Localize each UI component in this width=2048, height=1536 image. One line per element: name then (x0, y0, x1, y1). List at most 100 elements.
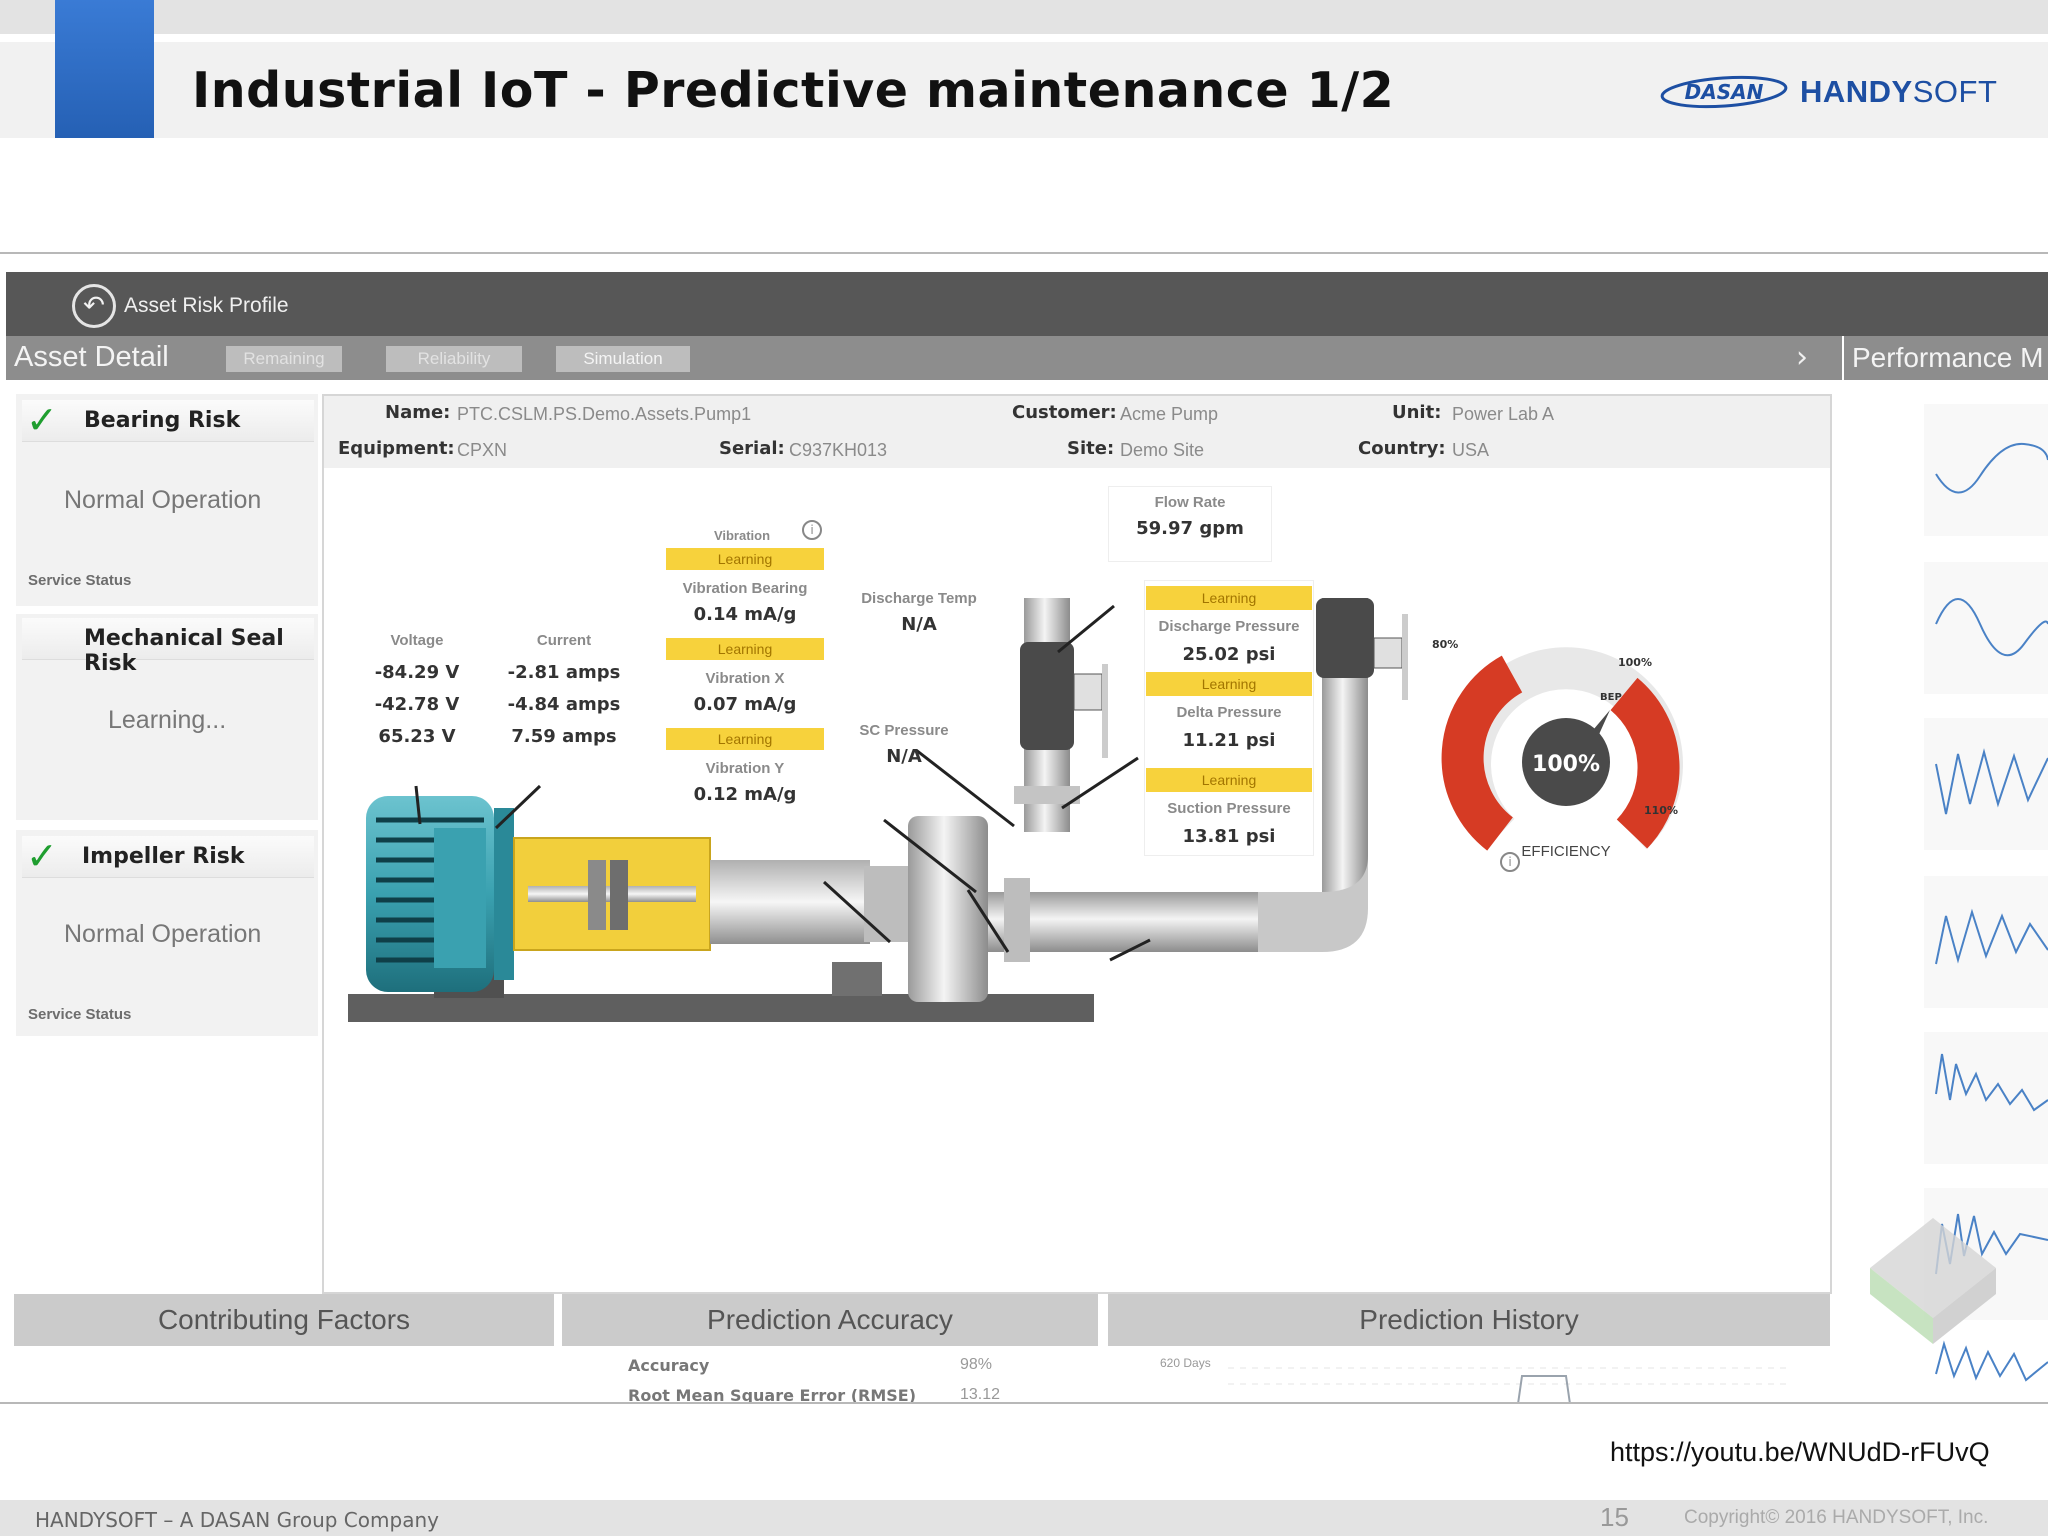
copyright: Copyright© 2016 HANDYSOFT, Inc. (1684, 1507, 1989, 1528)
current-value-3: 7.59 amps (511, 726, 617, 747)
service-status-label: Service Status (28, 572, 132, 589)
vibration-x-value: 0.07 mA/g (693, 694, 797, 715)
vibration-y-label: Vibration Y (705, 760, 785, 777)
blue-accent-tab (55, 0, 154, 138)
learning-tag: Learning (666, 548, 824, 570)
vibration-title: Vibration (713, 528, 771, 543)
learning-tag: Learning (666, 638, 824, 660)
contributing-factors-tile[interactable]: Contributing Factors (14, 1294, 554, 1402)
name-value: PTC.CSLM.PS.Demo.Assets.Pump1 (457, 404, 752, 424)
info-icon[interactable]: i (802, 520, 822, 540)
prediction-history-tile[interactable]: Prediction History 620 Days (1108, 1294, 1830, 1402)
prediction-history-title: Prediction History (1108, 1294, 1830, 1346)
flow-rate-value: 59.97 gpm (1136, 518, 1244, 539)
sparkline-7 (1935, 1340, 2048, 1382)
page-number: 15 (1600, 1502, 1629, 1532)
performance-title: Performance M (1852, 342, 2044, 373)
tab-simulation[interactable]: Simulation (556, 346, 690, 372)
country-value: USA (1452, 440, 1490, 460)
learning-tag: Learning (1146, 768, 1312, 792)
learning-tag: Learning (666, 728, 824, 750)
voltage-value-2: -42.78 V (374, 694, 460, 715)
learning-tag: Learning (1146, 672, 1312, 696)
video-link[interactable]: https://youtu.be/WNUdD-rFUvQ (1610, 1437, 1990, 1468)
vibration-bearing-value: 0.14 mA/g (693, 604, 797, 625)
discharge-temp-value: N/A (901, 614, 937, 635)
handysoft-logo-text: HANDYSOFT (1800, 74, 1998, 109)
suction-pressure-label: Suction Pressure (1167, 800, 1291, 817)
serial-key: Serial: (719, 438, 785, 459)
app-header-title: Asset Risk Profile (124, 294, 289, 317)
unit-value: Power Lab A (1452, 404, 1555, 424)
tab-reliability[interactable]: Reliability (386, 346, 522, 372)
mechanical-seal-risk-header[interactable]: Mechanical Seal Risk (22, 618, 314, 676)
bearing-risk-label: Bearing Risk (84, 408, 241, 433)
site-key: Site: (1067, 438, 1115, 459)
gauge-mark-80: 80% (1432, 638, 1458, 651)
chevron-right-icon[interactable]: › (1796, 340, 1808, 375)
company-logo: DASAN HANDYSOFT (1660, 70, 1997, 114)
current-value-2: -4.84 amps (507, 694, 621, 715)
equipment-key: Equipment: (338, 438, 455, 459)
history-chart (1228, 1367, 1788, 1402)
vibration-bearing-label: Vibration Bearing (682, 580, 808, 597)
mechanical-seal-risk-status: Learning... (108, 706, 227, 734)
discharge-pressure-label: Discharge Pressure (1158, 618, 1300, 635)
current-label: Current (536, 632, 592, 649)
vibration-x-label: Vibration X (705, 670, 785, 687)
name-key: Name: (385, 402, 451, 423)
contributing-factors-title: Contributing Factors (14, 1294, 554, 1346)
bearing-risk-header[interactable]: ✓ Bearing Risk (22, 398, 314, 442)
gauge-mark-bep: BEP (1600, 692, 1622, 703)
vibration-y-value: 0.12 mA/g (693, 784, 797, 805)
prediction-accuracy-title: Prediction Accuracy (562, 1294, 1098, 1346)
checkmark-icon: ✓ (26, 398, 58, 442)
accuracy-value: 98% (960, 1356, 993, 1373)
checkmark-icon: ✓ (26, 834, 58, 878)
sc-pressure-label: SC Pressure (859, 722, 949, 739)
info-icon[interactable]: i (1500, 852, 1520, 872)
slide-title: Industrial IoT - Predictive maintenance … (192, 62, 1395, 119)
serial-value: C937KH013 (789, 440, 888, 460)
site-value: Demo Site (1120, 440, 1205, 460)
delta-pressure-value: 11.21 psi (1182, 730, 1276, 751)
flow-rate-label: Flow Rate (1154, 494, 1226, 511)
discharge-valve (1020, 642, 1074, 750)
pump-casing (908, 816, 988, 1002)
discharge-pressure-value: 25.02 psi (1182, 644, 1276, 665)
prediction-accuracy-tile[interactable]: Prediction Accuracy Accuracy 98% Root Me… (562, 1294, 1098, 1404)
service-status-label: Service Status (28, 1006, 132, 1023)
gauge-value-text: 100% (1532, 752, 1600, 777)
gauge-mark-110: 110% (1644, 804, 1678, 817)
gauge-label: EFFICIENCY (1521, 843, 1610, 860)
slide: Industrial IoT - Predictive maintenance … (0, 0, 2048, 1536)
app-header (6, 272, 2048, 336)
sc-pressure-value: N/A (886, 746, 922, 767)
impeller-risk-header[interactable]: ✓ Impeller Risk (22, 834, 314, 878)
discharge-temp-label: Discharge Temp (861, 590, 977, 607)
suction-valve (1316, 598, 1374, 678)
back-arrow-icon[interactable]: ↶ (72, 284, 116, 328)
accuracy-key: Accuracy (628, 1356, 710, 1375)
mechanical-seal-risk-label: Mechanical Seal Risk (84, 626, 284, 676)
customer-value: Acme Pump (1120, 404, 1219, 424)
suction-pressure-value: 13.81 psi (1182, 826, 1276, 847)
voltage-label: Voltage (390, 632, 444, 649)
footer-company: HANDYSOFT – A DASAN Group Company (35, 1508, 439, 1532)
asset-detail-title: Asset Detail (14, 341, 169, 373)
app-screenshot: ↶ Asset Risk Profile Asset Detail Remain… (0, 252, 2048, 1404)
impeller-risk-status: Normal Operation (64, 920, 262, 948)
history-axis-label: 620 Days (1160, 1356, 1211, 1370)
pump-illustration (348, 598, 1408, 1022)
voltage-value-3: 65.23 V (378, 726, 456, 747)
current-value-1: -2.81 amps (507, 662, 621, 683)
player-watermark-icon (1870, 1218, 1996, 1344)
learning-tag: Learning (1146, 586, 1312, 610)
tab-remaining[interactable]: Remaining (226, 346, 342, 372)
top-strip (0, 0, 2048, 34)
unit-key: Unit: (1392, 402, 1442, 423)
rmse-key: Root Mean Square Error (RMSE) (628, 1386, 917, 1404)
dasan-logo-text: DASAN (1685, 80, 1764, 104)
gauge-mark-100: 100% (1618, 656, 1652, 669)
customer-key: Customer: (1012, 402, 1117, 423)
